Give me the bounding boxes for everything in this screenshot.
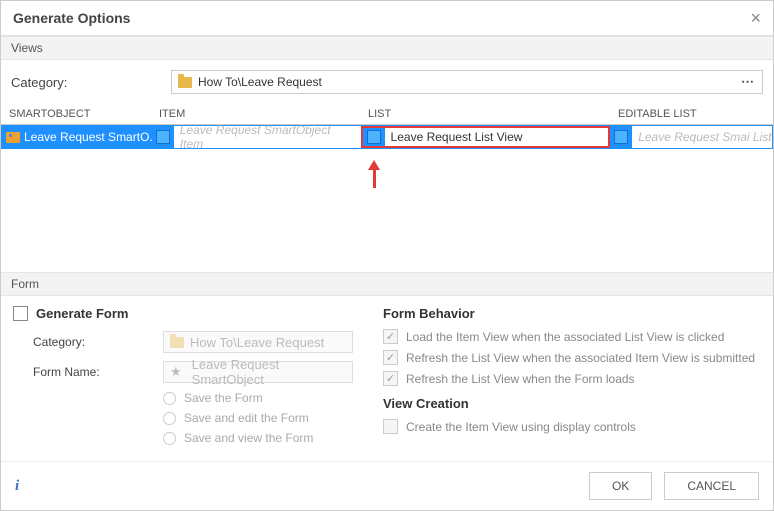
form-name-row: Form Name: ★ Leave Request SmartObject — [13, 361, 353, 383]
behavior-checkbox-2 — [383, 350, 398, 365]
form-behavior-header: Form Behavior — [383, 306, 761, 321]
view-creation-checkbox-1 — [383, 419, 398, 434]
views-section-header: Views — [1, 36, 773, 60]
radio-icon — [163, 412, 176, 425]
titlebar: Generate Options × — [1, 1, 773, 36]
form-category-row: Category: How To\Leave Request — [13, 331, 353, 353]
view-creation-row-1: Create the Item View using display contr… — [383, 419, 761, 434]
col-header-smartobject: SmartObject — [1, 104, 151, 124]
checkbox-icon — [614, 130, 628, 144]
editable-list-checkbox-cell[interactable] — [610, 126, 632, 148]
editable-list-name-input[interactable]: Leave Request Smai List — [632, 126, 772, 148]
behavior-label-1: Load the Item View when the associated L… — [406, 330, 724, 344]
radio-icon — [163, 392, 176, 405]
generate-form-checkbox[interactable] — [13, 306, 28, 321]
form-category-input: How To\Leave Request — [163, 331, 353, 353]
generate-options-dialog: Generate Options × Views Category: How T… — [0, 0, 774, 511]
form-name-input: ★ Leave Request SmartObject — [163, 361, 353, 383]
item-name-input[interactable]: Leave Request SmartObject Item — [174, 126, 361, 148]
list-checkbox-cell[interactable] — [363, 128, 385, 146]
form-name-value: Leave Request SmartObject — [192, 357, 346, 387]
col-header-editable-list: Editable List — [610, 104, 772, 124]
form-right-column: Form Behavior Load the Item View when th… — [383, 306, 761, 451]
spacer — [1, 149, 773, 272]
form-section: Generate Form Category: How To\Leave Req… — [1, 296, 773, 461]
form-category-value: How To\Leave Request — [190, 335, 324, 350]
folder-icon — [178, 77, 192, 88]
arrow-shaft — [373, 170, 376, 188]
list-group-highlighted: Leave Request List View — [361, 126, 611, 148]
behavior-label-3: Refresh the List View when the Form load… — [406, 372, 635, 386]
item-checkbox-cell[interactable] — [152, 126, 174, 148]
smartobject-cell[interactable]: Leave Request SmartO... — [2, 126, 152, 148]
arrow-head-icon — [368, 160, 380, 170]
annotation-arrow — [368, 160, 380, 188]
generate-form-row: Generate Form — [13, 306, 353, 321]
view-creation-label-1: Create the Item View using display contr… — [406, 420, 636, 434]
ok-button[interactable]: OK — [589, 472, 652, 500]
cancel-button[interactable]: CANCEL — [664, 472, 759, 500]
list-name-input[interactable]: Leave Request List View — [385, 128, 609, 146]
info-icon[interactable]: i — [15, 478, 31, 494]
radio-save: Save the Form — [13, 391, 353, 405]
category-input[interactable]: How To\Leave Request ⋯ — [171, 70, 763, 94]
footer-buttons: OK CANCEL — [589, 472, 759, 500]
footer: i OK CANCEL — [1, 461, 773, 510]
view-creation-header: View Creation — [383, 396, 761, 411]
behavior-row-2: Refresh the List View when the associate… — [383, 350, 761, 365]
required-star-icon: ★ — [170, 364, 182, 380]
dialog-title: Generate Options — [13, 10, 130, 26]
form-category-label: Category: — [33, 335, 163, 349]
behavior-row-1: Load the Item View when the associated L… — [383, 329, 761, 344]
checkbox-icon — [156, 130, 170, 144]
close-icon[interactable]: × — [750, 9, 761, 27]
grid-header: SmartObject Item List Editable List — [1, 104, 773, 125]
radio-save-edit-label: Save and edit the Form — [184, 411, 309, 425]
col-header-item: Item — [151, 104, 360, 124]
form-section-header: Form — [1, 272, 773, 296]
category-row: Category: How To\Leave Request ⋯ — [1, 60, 773, 104]
radio-save-edit: Save and edit the Form — [13, 411, 353, 425]
col-header-list: List — [360, 104, 610, 124]
grid-row: Leave Request SmartO... Leave Request Sm… — [1, 125, 773, 149]
category-label: Category: — [11, 75, 161, 90]
category-value: How To\Leave Request — [198, 75, 733, 89]
radio-save-view-label: Save and view the Form — [184, 431, 313, 445]
smartobject-name: Leave Request SmartO... — [24, 130, 152, 144]
form-name-label: Form Name: — [33, 365, 163, 379]
radio-save-view: Save and view the Form — [13, 431, 353, 445]
checkbox-icon — [367, 130, 381, 144]
behavior-checkbox-3 — [383, 371, 398, 386]
behavior-row-3: Refresh the List View when the Form load… — [383, 371, 761, 386]
smartobject-icon — [6, 132, 20, 143]
behavior-checkbox-1 — [383, 329, 398, 344]
radio-save-label: Save the Form — [184, 391, 263, 405]
behavior-label-2: Refresh the List View when the associate… — [406, 351, 755, 365]
form-left-column: Generate Form Category: How To\Leave Req… — [13, 306, 353, 451]
radio-icon — [163, 432, 176, 445]
generate-form-label: Generate Form — [36, 306, 128, 321]
folder-icon — [170, 337, 184, 348]
browse-button[interactable]: ⋯ — [739, 74, 756, 90]
